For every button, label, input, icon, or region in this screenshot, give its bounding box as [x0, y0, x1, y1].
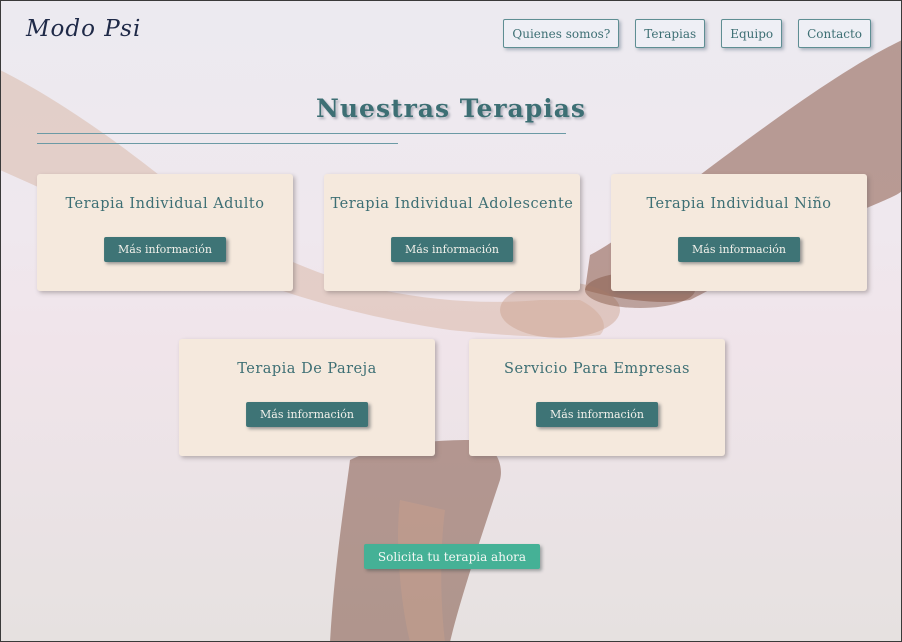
card-title: Servicio Para Empresas	[504, 361, 690, 377]
top-nav: Quienes somos? Terapias Equipo Contacto	[503, 19, 871, 48]
more-info-button[interactable]: Más información	[536, 402, 658, 427]
more-info-button[interactable]: Más información	[678, 237, 800, 262]
nav-contacto[interactable]: Contacto	[798, 19, 871, 48]
nav-equipo[interactable]: Equipo	[721, 19, 783, 48]
card-title: Terapia Individual Adolescente	[330, 196, 574, 212]
therapy-card-empresas: Servicio Para Empresas Más información	[469, 339, 725, 456]
therapy-card-adolescente: Terapia Individual Adolescente Más infor…	[324, 174, 580, 291]
card-title: Terapia Individual Niño	[646, 196, 832, 212]
title-underline-long	[37, 133, 566, 134]
therapy-card-nino: Terapia Individual Niño Más información	[611, 174, 867, 291]
page-title: Nuestras Terapias	[316, 94, 586, 123]
card-title: Terapia Individual Adulto	[65, 196, 265, 212]
therapy-card-pareja: Terapia De Pareja Más información	[179, 339, 435, 456]
nav-quienes-somos[interactable]: Quienes somos?	[503, 19, 620, 48]
more-info-button[interactable]: Más información	[104, 237, 226, 262]
title-underline-short	[37, 143, 398, 144]
therapy-card-adulto: Terapia Individual Adulto Más informació…	[37, 174, 293, 291]
brand-logo[interactable]: Modo Psi	[26, 16, 141, 42]
more-info-button[interactable]: Más información	[246, 402, 368, 427]
more-info-button[interactable]: Más información	[391, 237, 513, 262]
card-title: Terapia De Pareja	[237, 361, 377, 377]
nav-terapias[interactable]: Terapias	[635, 19, 706, 48]
request-therapy-button[interactable]: Solicita tu terapia ahora	[364, 544, 540, 569]
